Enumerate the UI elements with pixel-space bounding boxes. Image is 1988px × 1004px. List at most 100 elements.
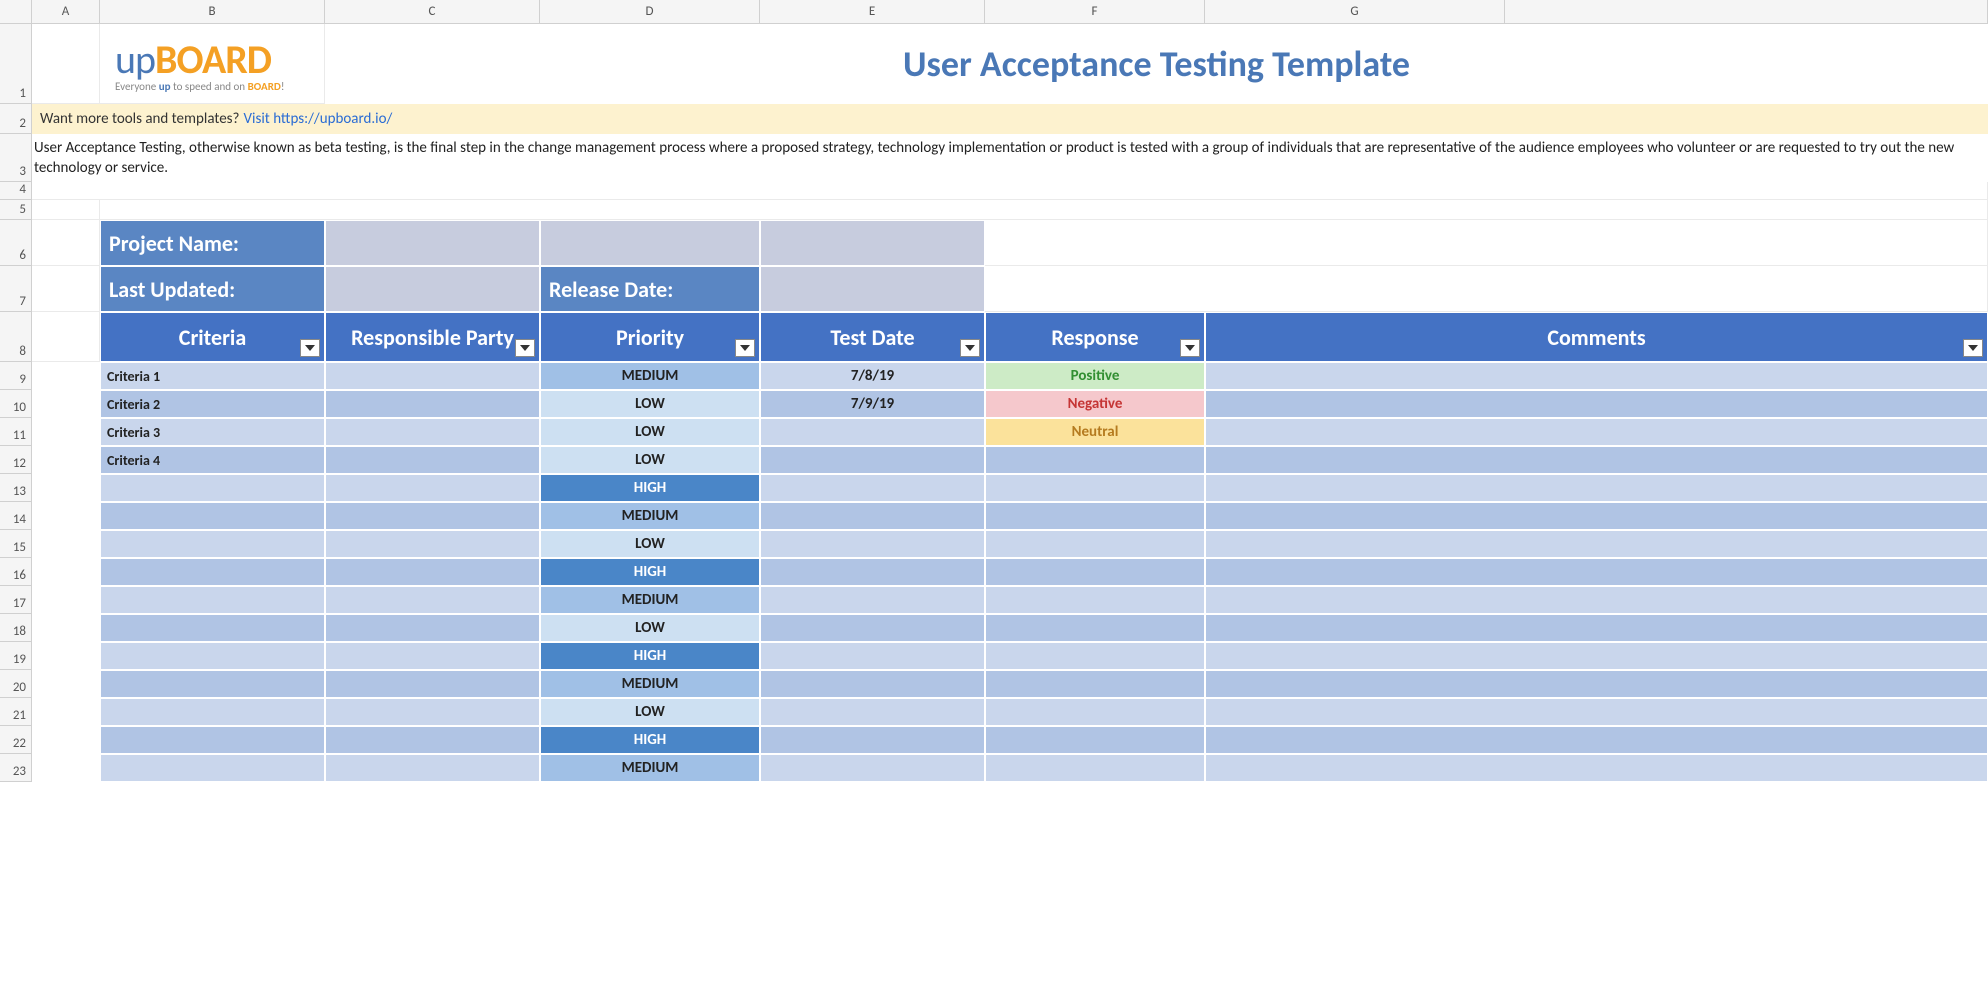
priority-cell[interactable]: MEDIUM xyxy=(540,754,760,782)
comments-cell[interactable] xyxy=(1205,446,1988,474)
cell-A12[interactable] xyxy=(32,446,100,474)
col-header-response[interactable]: Response xyxy=(985,312,1205,362)
priority-cell[interactable]: LOW xyxy=(540,698,760,726)
test-date-cell[interactable] xyxy=(760,502,985,530)
filter-button-responsible[interactable] xyxy=(515,339,535,357)
priority-cell[interactable]: HIGH xyxy=(540,558,760,586)
criteria-cell[interactable] xyxy=(100,474,325,502)
test-date-cell[interactable] xyxy=(760,614,985,642)
response-cell[interactable] xyxy=(985,558,1205,586)
col-header-A[interactable]: A xyxy=(32,0,100,23)
criteria-cell[interactable] xyxy=(100,754,325,782)
cell-A9[interactable] xyxy=(32,362,100,390)
col-header-test-date[interactable]: Test Date xyxy=(760,312,985,362)
cell-A16[interactable] xyxy=(32,558,100,586)
test-date-cell[interactable] xyxy=(760,586,985,614)
comments-cell[interactable] xyxy=(1205,474,1988,502)
responsible-cell[interactable] xyxy=(325,558,540,586)
col-header-comments[interactable]: Comments xyxy=(1205,312,1988,362)
row-number-1[interactable]: 1 xyxy=(0,24,32,104)
cell-A6[interactable] xyxy=(32,220,100,266)
cell-row5[interactable] xyxy=(100,200,1988,220)
responsible-cell[interactable] xyxy=(325,698,540,726)
row-number-19[interactable]: 19 xyxy=(0,642,32,670)
comments-cell[interactable] xyxy=(1205,670,1988,698)
response-cell[interactable]: Negative xyxy=(985,390,1205,418)
row-number-20[interactable]: 20 xyxy=(0,670,32,698)
row-number-6[interactable]: 6 xyxy=(0,220,32,266)
test-date-cell[interactable] xyxy=(760,558,985,586)
row-number-3[interactable]: 3 xyxy=(0,134,32,182)
responsible-cell[interactable] xyxy=(325,390,540,418)
response-cell[interactable] xyxy=(985,474,1205,502)
criteria-cell[interactable] xyxy=(100,642,325,670)
comments-cell[interactable] xyxy=(1205,530,1988,558)
last-updated-value[interactable] xyxy=(325,266,540,312)
col-header-E[interactable]: E xyxy=(760,0,985,23)
col-header-D[interactable]: D xyxy=(540,0,760,23)
criteria-cell[interactable] xyxy=(100,502,325,530)
response-cell[interactable] xyxy=(985,670,1205,698)
col-header-F[interactable]: F xyxy=(985,0,1205,23)
cell-A22[interactable] xyxy=(32,726,100,754)
test-date-cell[interactable]: 7/8/19 xyxy=(760,362,985,390)
col-header-G[interactable]: G xyxy=(1205,0,1505,23)
row-number-15[interactable]: 15 xyxy=(0,530,32,558)
response-cell[interactable]: Neutral xyxy=(985,418,1205,446)
priority-cell[interactable]: LOW xyxy=(540,390,760,418)
responsible-cell[interactable] xyxy=(325,446,540,474)
col-header-priority[interactable]: Priority xyxy=(540,312,760,362)
responsible-cell[interactable] xyxy=(325,474,540,502)
cell-A13[interactable] xyxy=(32,474,100,502)
cell-A23[interactable] xyxy=(32,754,100,782)
priority-cell[interactable]: MEDIUM xyxy=(540,502,760,530)
response-cell[interactable] xyxy=(985,530,1205,558)
cell-row4[interactable] xyxy=(32,182,1988,200)
row-number-23[interactable]: 23 xyxy=(0,754,32,782)
priority-cell[interactable]: MEDIUM xyxy=(540,362,760,390)
filter-button-comments[interactable] xyxy=(1963,339,1983,357)
comments-cell[interactable] xyxy=(1205,726,1988,754)
cell-A8[interactable] xyxy=(32,312,100,362)
cell-A17[interactable] xyxy=(32,586,100,614)
row-number-7[interactable]: 7 xyxy=(0,266,32,312)
responsible-cell[interactable] xyxy=(325,502,540,530)
col-header-responsible[interactable]: Responsible Party xyxy=(325,312,540,362)
response-cell[interactable]: Positive xyxy=(985,362,1205,390)
criteria-cell[interactable] xyxy=(100,614,325,642)
row-number-11[interactable]: 11 xyxy=(0,418,32,446)
filter-button-priority[interactable] xyxy=(735,339,755,357)
row-number-13[interactable]: 13 xyxy=(0,474,32,502)
cell-A1[interactable] xyxy=(32,24,100,104)
comments-cell[interactable] xyxy=(1205,642,1988,670)
comments-cell[interactable] xyxy=(1205,754,1988,782)
cell-rest-6[interactable] xyxy=(985,220,1988,266)
responsible-cell[interactable] xyxy=(325,726,540,754)
row-number-22[interactable]: 22 xyxy=(0,726,32,754)
responsible-cell[interactable] xyxy=(325,642,540,670)
col-header-criteria[interactable]: Criteria xyxy=(100,312,325,362)
comments-cell[interactable] xyxy=(1205,558,1988,586)
cell-A18[interactable] xyxy=(32,614,100,642)
cell-A21[interactable] xyxy=(32,698,100,726)
comments-cell[interactable] xyxy=(1205,698,1988,726)
test-date-cell[interactable] xyxy=(760,418,985,446)
cell-A11[interactable] xyxy=(32,418,100,446)
response-cell[interactable] xyxy=(985,502,1205,530)
responsible-cell[interactable] xyxy=(325,362,540,390)
criteria-cell[interactable]: Criteria 3 xyxy=(100,418,325,446)
project-name-value[interactable] xyxy=(325,220,540,266)
test-date-cell[interactable] xyxy=(760,642,985,670)
criteria-cell[interactable]: Criteria 1 xyxy=(100,362,325,390)
criteria-cell[interactable] xyxy=(100,726,325,754)
response-cell[interactable] xyxy=(985,642,1205,670)
row-number-16[interactable]: 16 xyxy=(0,558,32,586)
response-cell[interactable] xyxy=(985,614,1205,642)
test-date-cell[interactable] xyxy=(760,446,985,474)
response-cell[interactable] xyxy=(985,754,1205,782)
priority-cell[interactable]: HIGH xyxy=(540,642,760,670)
criteria-cell[interactable] xyxy=(100,530,325,558)
cell-E6[interactable] xyxy=(760,220,985,266)
row-number-4[interactable]: 4 xyxy=(0,182,32,200)
test-date-cell[interactable]: 7/9/19 xyxy=(760,390,985,418)
